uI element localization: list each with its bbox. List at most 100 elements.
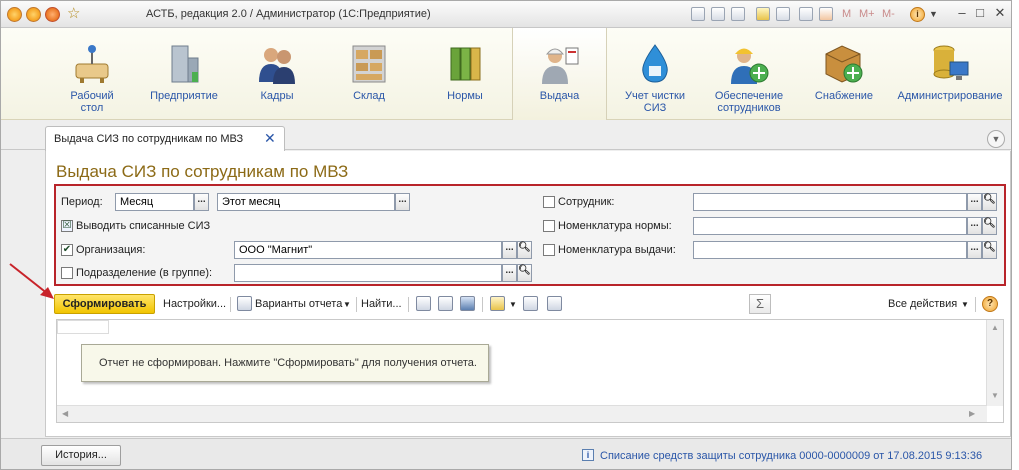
norm-nomenclature-field[interactable] <box>693 217 967 235</box>
people-icon <box>259 48 295 84</box>
help-icon[interactable]: ? <box>982 296 998 312</box>
find-button[interactable]: Найти... <box>361 298 402 310</box>
favorites-add-icon[interactable] <box>756 7 770 21</box>
print-preview-icon[interactable] <box>438 296 453 311</box>
collapse-groups-icon[interactable] <box>547 296 562 311</box>
department-label: Подразделение (в группе): <box>76 267 213 279</box>
section-cleaning[interactable]: Учет чистки СИЗ <box>615 28 695 120</box>
close-button[interactable]: ✕ <box>992 5 1008 21</box>
all-actions-button[interactable]: Все действия <box>888 298 957 310</box>
memory-m-button[interactable]: M <box>842 8 851 20</box>
employee-open-icon[interactable]: 🔍︎ <box>982 193 997 211</box>
section-issue[interactable]: Выдача <box>512 28 607 120</box>
history-icon[interactable] <box>776 7 790 21</box>
report-spreadsheet[interactable]: Отчет не сформирован. Нажмите "Сформиров… <box>56 319 1004 423</box>
vertical-scrollbar[interactable]: ▲ ▼ <box>986 320 1003 406</box>
tab-issue-report[interactable]: Выдача СИЗ по сотрудникам по МВЗ ✕ <box>45 126 285 151</box>
writeoff-label: Выводить списанные СИЗ <box>76 220 211 232</box>
section-hr[interactable]: Кадры <box>237 28 317 120</box>
nav-icon[interactable] <box>45 7 60 22</box>
calendar-icon[interactable] <box>819 7 833 21</box>
maximize-button[interactable]: □ <box>972 5 988 20</box>
scroll-left-icon[interactable]: ◀ <box>62 409 68 418</box>
period-value-select-button[interactable]: ... <box>395 193 410 211</box>
chevron-down-icon[interactable]: ▼ <box>929 9 938 19</box>
section-supply[interactable]: Снабжение <box>804 28 884 120</box>
app-logo-icon[interactable] <box>7 7 22 22</box>
norm-nomenclature-open-icon[interactable]: 🔍︎ <box>982 217 997 235</box>
spreadsheet-cell[interactable] <box>57 320 109 334</box>
department-checkbox[interactable] <box>61 267 73 279</box>
issue-nomenclature-checkbox[interactable] <box>543 244 555 256</box>
history-button[interactable]: История... <box>41 445 121 466</box>
section-admin[interactable]: Администрирование <box>893 28 1007 120</box>
info-menu-icon[interactable]: i <box>910 7 925 22</box>
period-type-field[interactable]: Месяц <box>115 193 194 211</box>
section-provision[interactable]: Обеспечение сотрудников <box>704 28 794 120</box>
chevron-down-icon[interactable]: ▼ <box>509 300 517 309</box>
organization-checkbox[interactable]: ✔ <box>61 244 73 256</box>
writeoff-checkbox[interactable]: ☒ <box>61 220 73 232</box>
report-variants-button[interactable]: Варианты отчета <box>255 298 342 310</box>
period-value-field[interactable]: Этот месяц <box>217 193 395 211</box>
scroll-down-icon[interactable]: ▼ <box>991 391 999 400</box>
section-enterprise[interactable]: Предприятие <box>141 28 227 120</box>
calculator-icon[interactable] <box>799 7 813 21</box>
section-norms[interactable]: Нормы <box>425 28 505 120</box>
menu-icon[interactable] <box>26 7 41 22</box>
sum-button[interactable]: Σ <box>749 294 771 314</box>
organization-field[interactable]: ООО "Магнит" <box>234 241 502 259</box>
organization-select-button[interactable]: ... <box>502 241 517 259</box>
separator <box>356 297 357 312</box>
section-desktop[interactable]: Рабочий стол <box>55 28 129 120</box>
preview-icon[interactable] <box>731 7 745 21</box>
print-icon[interactable] <box>416 296 431 311</box>
generate-report-button[interactable]: Сформировать <box>54 294 155 314</box>
norm-nomenclature-checkbox[interactable] <box>543 220 555 232</box>
binders-icon <box>450 47 481 81</box>
collapse-panel-icon[interactable]: ▼ <box>987 130 1005 148</box>
employee-field[interactable] <box>693 193 967 211</box>
status-document-link[interactable]: Списание средств защиты сотрудника 0000-… <box>600 450 982 462</box>
scroll-up-icon[interactable]: ▲ <box>991 323 999 332</box>
section-label: Склад <box>353 90 385 102</box>
expand-groups-icon[interactable] <box>523 296 538 311</box>
minimize-button[interactable]: – <box>954 5 970 20</box>
organization-open-icon[interactable]: 🔍︎ <box>517 241 532 259</box>
issue-nomenclature-field[interactable] <box>693 241 967 259</box>
memory-mminus-button[interactable]: M- <box>882 8 895 20</box>
organization-label: Организация: <box>76 244 146 256</box>
worker-icon <box>542 47 579 84</box>
issue-nomenclature-select-button[interactable]: ... <box>967 241 982 259</box>
water-drop-icon <box>642 44 668 83</box>
section-warehouse[interactable]: Склад <box>329 28 409 120</box>
info-icon: i <box>582 449 594 461</box>
separator <box>408 297 409 312</box>
department-field[interactable] <box>234 264 502 282</box>
save-icon[interactable] <box>460 296 475 311</box>
favorites-star-icon[interactable]: ☆ <box>67 4 80 22</box>
employee-select-button[interactable]: ... <box>967 193 982 211</box>
print-icon[interactable] <box>711 7 725 21</box>
norm-nomenclature-select-button[interactable]: ... <box>967 217 982 235</box>
employee-checkbox[interactable] <box>543 196 555 208</box>
department-select-button[interactable]: ... <box>502 264 517 282</box>
email-icon[interactable] <box>490 296 505 311</box>
save-icon[interactable] <box>691 7 705 21</box>
scroll-right-icon[interactable]: ▶ <box>969 409 975 418</box>
chevron-down-icon[interactable]: ▼ <box>343 300 351 309</box>
period-type-select-button[interactable]: ... <box>194 193 209 211</box>
section-label: Нормы <box>447 90 483 102</box>
department-open-icon[interactable]: 🔍︎ <box>517 264 532 282</box>
tab-close-icon[interactable]: ✕ <box>264 130 276 147</box>
issue-nomenclature-open-icon[interactable]: 🔍︎ <box>982 241 997 259</box>
employee-label: Сотрудник: <box>558 196 615 208</box>
memory-mplus-button[interactable]: M+ <box>859 8 875 20</box>
settings-button[interactable]: Настройки... <box>163 298 226 310</box>
box-add-icon <box>825 45 863 83</box>
desktop-icon <box>75 45 109 83</box>
chevron-down-icon[interactable]: ▼ <box>961 300 969 309</box>
page-title: Выдача СИЗ по сотрудникам по МВЗ <box>56 162 349 181</box>
horizontal-scrollbar[interactable]: ◀ ▶ <box>57 405 987 422</box>
database-computer-icon <box>933 45 969 80</box>
